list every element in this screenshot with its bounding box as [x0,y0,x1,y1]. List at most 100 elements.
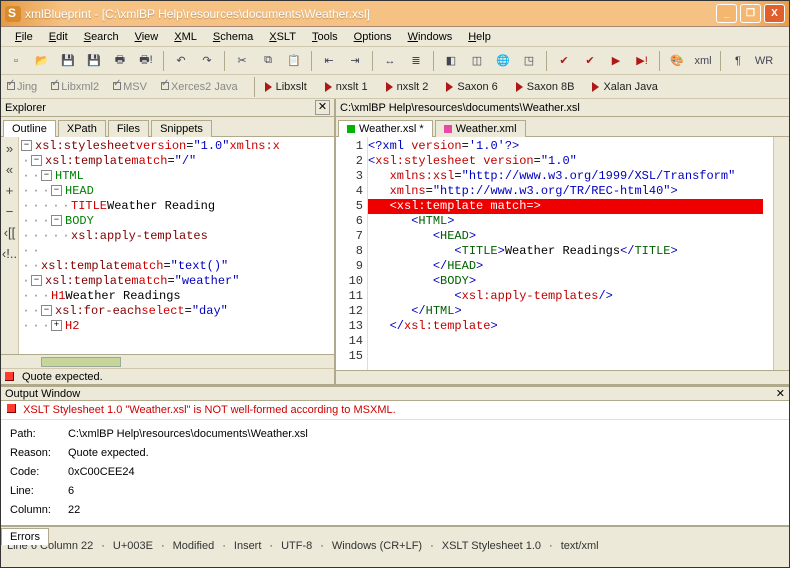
validator-jing[interactable]: Jing [7,81,43,93]
redo-icon[interactable]: ↷ [196,50,218,72]
gutter-btn[interactable]: ‹!.. [2,246,17,261]
menu-help[interactable]: Help [460,29,499,45]
code-line[interactable]: <HEAD> [368,229,773,244]
menu-xslt[interactable]: XSLT [261,29,304,45]
menu-schema[interactable]: Schema [205,29,261,45]
cut-icon[interactable]: ✂ [231,50,253,72]
validator-xerces2java[interactable]: Xerces2 Java [161,81,244,93]
menu-search[interactable]: Search [76,29,127,45]
code-line[interactable]: <TITLE>Weather Readings</TITLE> [368,244,773,259]
explorer-close-button[interactable]: ✕ [315,100,330,115]
menu-file[interactable]: File [7,29,41,45]
explorer-tab-xpath[interactable]: XPath [58,120,106,137]
editor-tab-weather-xsl[interactable]: Weather.xsl * [338,120,433,137]
checkdoc-icon[interactable]: ✔ [579,50,601,72]
tree-toggle[interactable]: − [21,140,32,151]
maximize-button[interactable]: ❐ [740,4,761,23]
gutter-btn[interactable]: + [6,183,14,198]
browser-icon[interactable]: 🌐 [492,50,514,72]
validator-saxon6[interactable]: Saxon 6 [446,81,497,93]
new-icon[interactable]: ▫ [5,50,27,72]
menu-view[interactable]: View [127,29,167,45]
gutter-btn[interactable]: « [6,162,13,177]
tree-toggle[interactable]: − [31,275,42,286]
editor-vscroll[interactable] [773,137,789,370]
code-line[interactable]: <BODY> [368,274,773,289]
close-button[interactable]: X [764,4,785,23]
tree-row[interactable]: ·····TITLE Weather Reading [21,199,334,214]
tree-toggle[interactable]: − [51,215,62,226]
palette-icon[interactable]: 🎨 [666,50,688,72]
tree-row[interactable]: ·· [21,244,334,259]
tree-row[interactable]: ···−HEAD [21,184,334,199]
explorer-tab-files[interactable]: Files [108,120,149,137]
indent-icon[interactable]: ⇥ [344,50,366,72]
code-area[interactable]: <?xml version='1.0'?><xsl:stylesheet ver… [368,137,773,370]
xml-icon[interactable]: xml [692,50,714,72]
tree-toggle[interactable]: + [51,320,62,331]
explorer-hscroll[interactable] [1,354,334,368]
explorer-tab-outline[interactable]: Outline [3,120,56,137]
validator-libxml2[interactable]: Libxml2 [51,81,105,93]
validator-msv[interactable]: MSV [113,81,153,93]
code-line[interactable]: <xsl:template match=> [368,199,773,214]
outdent-icon[interactable]: ⇤ [318,50,340,72]
tree-toggle[interactable]: − [31,155,42,166]
code-line[interactable]: <xsl:apply-templates/> [368,289,773,304]
code-line[interactable]: </HTML> [368,304,773,319]
save-icon[interactable]: 💾 [57,50,79,72]
editor-hscroll[interactable] [336,370,789,384]
menu-edit[interactable]: Edit [41,29,76,45]
validator-libxslt[interactable]: Libxslt [265,81,307,93]
code-line[interactable]: </xsl:template> [368,319,773,334]
tree-row[interactable]: −xsl:stylesheet version="1.0" xmlns:x [21,139,334,154]
menu-xml[interactable]: XML [166,29,205,45]
tree-row[interactable]: ···+H2 [21,319,334,334]
find-icon[interactable]: ◧ [440,50,462,72]
gutter-btn[interactable]: ‹[[ [4,225,16,240]
undo-icon[interactable]: ↶ [170,50,192,72]
gutter-btn[interactable]: » [6,141,13,156]
tree-row[interactable]: ··xsl:template match="text()" [21,259,334,274]
tree-row[interactable]: ···−BODY [21,214,334,229]
preview-icon[interactable]: ◳ [518,50,540,72]
tree-row[interactable]: ·−xsl:template match="/" [21,154,334,169]
tree-row[interactable]: ·−xsl:template match="weather" [21,274,334,289]
menu-windows[interactable]: Windows [400,29,461,45]
code-line[interactable]: </HEAD> [368,259,773,274]
align-icon[interactable]: ≣ [405,50,427,72]
code-line[interactable]: <HTML> [368,214,773,229]
output-close-button[interactable]: ✕ [776,387,785,400]
printpreview-icon[interactable]: 🖶! [135,50,157,72]
validator-nxslt2[interactable]: nxslt 2 [386,81,429,93]
check-icon[interactable]: ✔ [553,50,575,72]
tree-row[interactable]: ·····xsl:apply-templates [21,229,334,244]
code-line[interactable]: <?xml version='1.0'?> [368,139,773,154]
validator-nxslt1[interactable]: nxslt 1 [325,81,368,93]
run-icon[interactable]: ▶ [605,50,627,72]
gutter-btn[interactable]: − [6,204,14,219]
tree-row[interactable]: ···H1 Weather Readings [21,289,334,304]
tree-toggle[interactable]: − [41,170,52,181]
open-icon[interactable]: 📂 [31,50,53,72]
menu-options[interactable]: Options [346,29,400,45]
print-icon[interactable]: 🖶 [109,50,131,72]
editor-tab-weather-xml[interactable]: Weather.xml [435,120,526,137]
saveall-icon[interactable]: 💾 [83,50,105,72]
tree-toggle[interactable]: − [51,185,62,196]
code-line[interactable]: xmlns:xsl="http://www.w3.org/1999/XSL/Tr… [368,169,773,184]
wraplines-icon[interactable]: WR [753,50,775,72]
explorer-tab-snippets[interactable]: Snippets [151,120,212,137]
findreplace-icon[interactable]: ◫ [466,50,488,72]
wrap-icon[interactable]: ↔ [379,50,401,72]
outline-tree[interactable]: −xsl:stylesheet version="1.0" xmlns:x·−x… [19,137,334,354]
copy-icon[interactable]: ⧉ [257,50,279,72]
tab-errors[interactable]: Errors [1,528,49,545]
pilcrow-icon[interactable]: ¶ [727,50,749,72]
code-line[interactable]: xmlns="http://www.w3.org/TR/REC-html40"> [368,184,773,199]
validator-xalanjava[interactable]: Xalan Java [592,81,657,93]
tree-toggle[interactable]: − [41,305,52,316]
tree-row[interactable]: ··−xsl:for-each select="day" [21,304,334,319]
paste-icon[interactable]: 📋 [283,50,305,72]
validator-saxon8b[interactable]: Saxon 8B [516,81,575,93]
